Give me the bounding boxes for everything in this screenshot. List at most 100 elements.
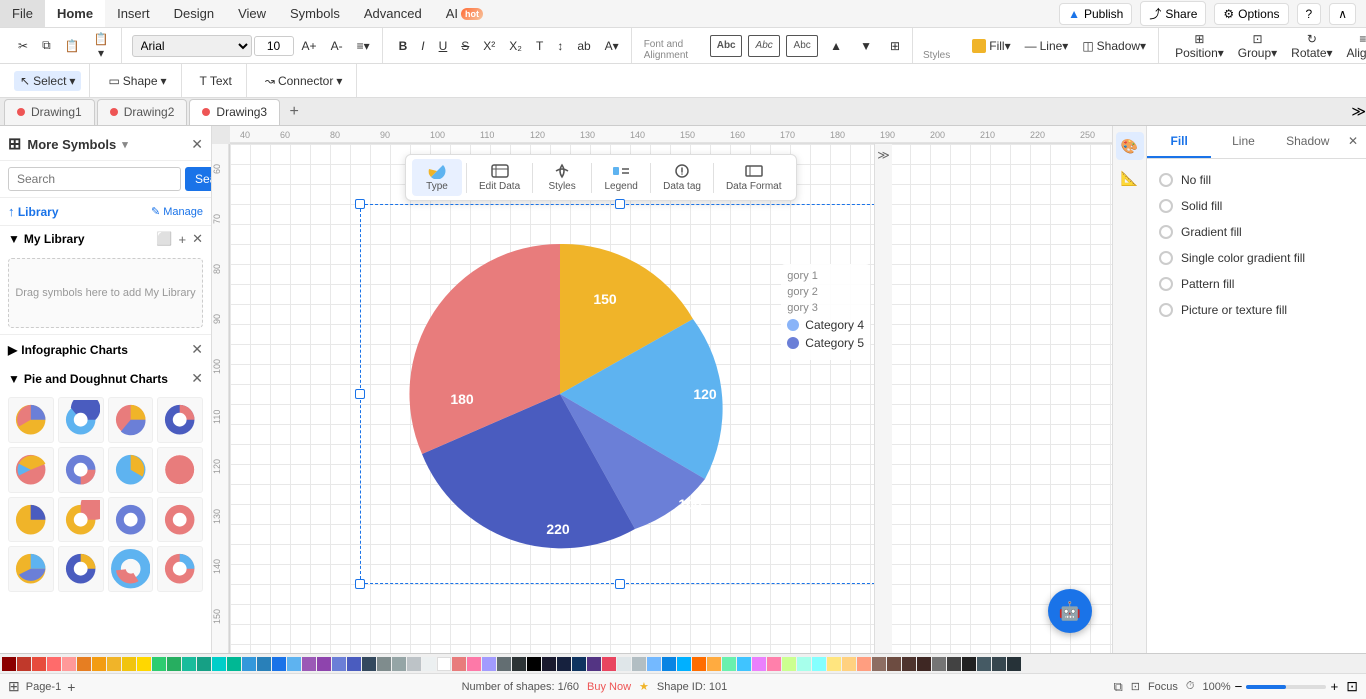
buy-now-link[interactable]: Buy Now <box>587 681 631 693</box>
style-shape-2[interactable]: Abc <box>748 35 780 57</box>
color-swatch[interactable] <box>737 657 751 671</box>
color-swatch[interactable] <box>917 657 931 671</box>
text-style-button[interactable]: T <box>530 36 549 56</box>
symbol-item-3[interactable] <box>108 397 154 443</box>
handle-tm[interactable] <box>615 199 625 209</box>
symbol-item-16[interactable] <box>157 546 203 592</box>
color-swatch[interactable] <box>947 657 961 671</box>
ml-add-button[interactable]: + <box>179 232 187 247</box>
color-swatch[interactable] <box>482 657 496 671</box>
status-page-icon[interactable]: ⊞ <box>8 678 20 695</box>
symbol-item-14[interactable] <box>58 546 104 592</box>
color-swatch[interactable] <box>422 657 436 671</box>
pie-chart-container[interactable]: 150 120 100 220 <box>360 204 880 584</box>
styles-scroll-up[interactable]: ▲ <box>824 36 848 56</box>
color-swatch[interactable] <box>782 657 796 671</box>
align-2-button[interactable]: ≡ Align▾ <box>1341 29 1366 63</box>
symbol-item-15[interactable] <box>108 546 154 592</box>
focus-button[interactable]: ⊡ <box>1131 680 1140 693</box>
chart-data-format-button[interactable]: Data Format <box>718 159 790 196</box>
line-button[interactable]: — Line▾ <box>1019 36 1075 56</box>
font-color-button[interactable]: A▾ <box>599 36 625 56</box>
search-button[interactable]: Search <box>185 167 212 191</box>
canvas-area[interactable]: 40 60 80 90 100 110 120 130 140 150 160 … <box>212 126 1112 653</box>
zoom-slider[interactable] <box>1246 685 1326 689</box>
layers-button[interactable]: ⧉ <box>1113 679 1122 695</box>
canvas-content[interactable]: Type Edit Data Styles Lege <box>230 144 1112 653</box>
symbol-item-7[interactable] <box>108 447 154 493</box>
menu-advanced[interactable]: Advanced <box>352 0 434 27</box>
collapse-button[interactable]: ∧ <box>1329 3 1356 25</box>
infographic-section-header[interactable]: ▶ Infographic Charts ✕ <box>0 335 211 364</box>
symbol-item-9[interactable] <box>8 497 54 543</box>
handle-ml[interactable] <box>355 389 365 399</box>
color-swatch[interactable] <box>2 657 16 671</box>
color-swatch[interactable] <box>887 657 901 671</box>
sidebar-close-button[interactable]: ✕ <box>191 136 203 153</box>
fill-option-pattern[interactable]: Pattern fill <box>1155 271 1358 297</box>
share-button[interactable]: ⤴ Share <box>1140 1 1206 26</box>
styles-expand[interactable]: ⊞ <box>884 36 906 56</box>
styles-scroll-down[interactable]: ▼ <box>854 36 878 56</box>
tab-drawing3[interactable]: Drawing3 <box>189 99 280 125</box>
style-shape-1[interactable]: Abc <box>710 35 742 57</box>
pie-close-button[interactable]: ✕ <box>191 370 203 387</box>
color-swatch[interactable] <box>212 657 226 671</box>
strikethrough-button[interactable]: S <box>455 36 475 56</box>
color-swatch[interactable] <box>632 657 646 671</box>
menu-insert[interactable]: Insert <box>105 0 162 27</box>
add-page-button[interactable]: + <box>67 679 75 695</box>
paste-special-button[interactable]: 📋▾ <box>88 29 115 63</box>
chart-legend-button[interactable]: Legend <box>596 159 646 196</box>
color-swatch[interactable] <box>767 657 781 671</box>
color-swatch[interactable] <box>842 657 856 671</box>
tab-drawing2[interactable]: Drawing2 <box>97 99 188 125</box>
handle-tl[interactable] <box>355 199 365 209</box>
ml-export-button[interactable]: ⬜ <box>156 231 172 247</box>
color-swatch[interactable] <box>152 657 166 671</box>
color-swatch[interactable] <box>827 657 841 671</box>
ml-close-button[interactable]: ✕ <box>192 231 203 247</box>
color-swatch[interactable] <box>332 657 346 671</box>
select-tool-button[interactable]: ↖ Select ▾ <box>14 71 81 91</box>
symbol-item-12[interactable] <box>157 497 203 543</box>
paste-button[interactable]: 📋 <box>59 36 86 56</box>
connector-tool-button[interactable]: ↝ Connector ▾ <box>259 71 348 91</box>
cut-button[interactable]: ✂ <box>12 36 34 56</box>
italic-button[interactable]: I <box>415 36 430 56</box>
side-icon-format[interactable]: 📐 <box>1116 164 1144 192</box>
color-swatch[interactable] <box>347 657 361 671</box>
color-swatch[interactable] <box>542 657 556 671</box>
color-swatch[interactable] <box>242 657 256 671</box>
infographic-close-button[interactable]: ✕ <box>191 341 203 358</box>
color-swatch[interactable] <box>272 657 286 671</box>
fullscreen-button[interactable]: ⊡ <box>1346 678 1358 695</box>
color-swatch[interactable] <box>287 657 301 671</box>
color-swatch[interactable] <box>317 657 331 671</box>
canvas-grid[interactable]: Type Edit Data Styles Lege <box>230 144 1112 653</box>
font-family-select[interactable]: Arial <box>132 35 252 57</box>
color-swatch[interactable] <box>17 657 31 671</box>
color-swatch[interactable] <box>722 657 736 671</box>
text-tool-button[interactable]: T Text <box>194 71 238 91</box>
shadow-button[interactable]: ◫ Shadow▾ <box>1076 36 1152 56</box>
fill-option-gradient[interactable]: Gradient fill <box>1155 219 1358 245</box>
menu-symbols[interactable]: Symbols <box>278 0 352 27</box>
color-swatch[interactable] <box>257 657 271 671</box>
color-swatch[interactable] <box>617 657 631 671</box>
shape-tool-button[interactable]: ▭ Shape ▾ <box>102 71 172 91</box>
fill-option-picture[interactable]: Picture or texture fill <box>1155 297 1358 323</box>
color-swatch[interactable] <box>392 657 406 671</box>
color-swatch[interactable] <box>122 657 136 671</box>
menu-design[interactable]: Design <box>162 0 226 27</box>
rotate-button[interactable]: ↻ Rotate▾ <box>1285 29 1338 63</box>
sidebar-dropdown[interactable]: ▾ <box>122 138 128 151</box>
color-swatch[interactable] <box>692 657 706 671</box>
symbol-item-5[interactable] <box>8 447 54 493</box>
symbol-item-6[interactable] <box>58 447 104 493</box>
handle-bl[interactable] <box>355 579 365 589</box>
font-size-input[interactable] <box>254 36 294 56</box>
symbol-item-13[interactable] <box>8 546 54 592</box>
text-bg-button[interactable]: ab <box>571 36 596 56</box>
font-decrease-button[interactable]: A- <box>325 36 349 56</box>
